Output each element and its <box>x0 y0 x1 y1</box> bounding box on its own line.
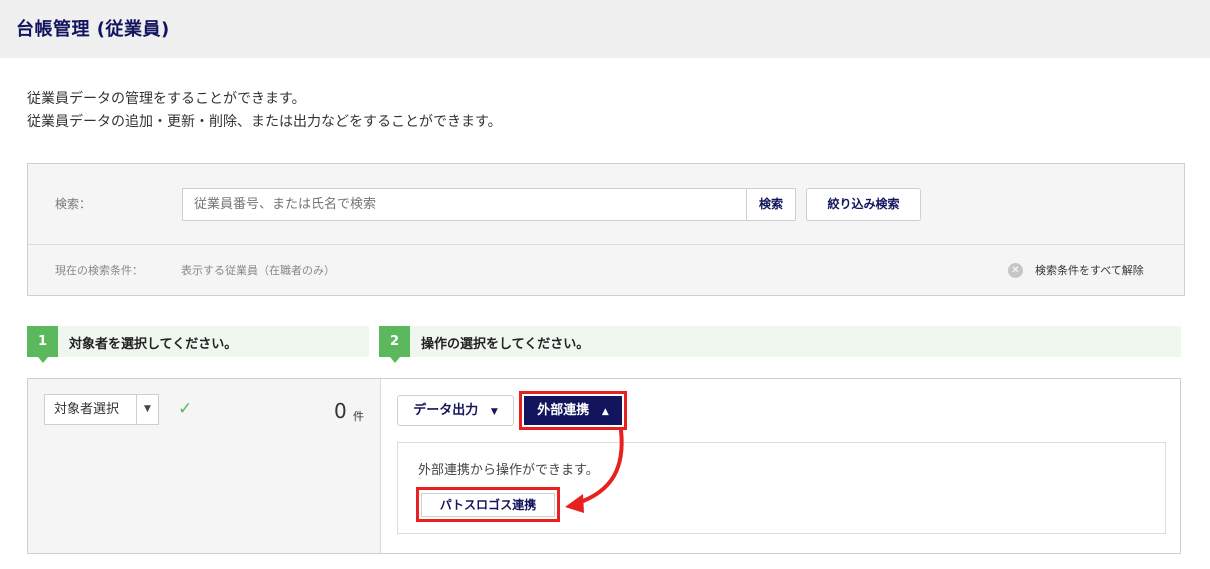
page-header: 台帳管理 (従業員) <box>0 0 1210 58</box>
page-title: 台帳管理 (従業員) <box>16 19 170 40</box>
step-2-header: 2 操作の選択をしてください。 <box>379 326 1181 363</box>
clear-conditions-button[interactable]: ✕ 検索条件をすべて解除 <box>1008 262 1144 278</box>
data-export-label: データ出力 <box>413 403 479 418</box>
target-select-button[interactable]: 対象者選択 <box>44 394 137 425</box>
condition-label: 現在の検索条件： <box>55 264 143 277</box>
selected-count: 0 <box>334 399 347 423</box>
description-line-1: 従業員データの管理をすることができます。 <box>27 91 306 107</box>
search-input[interactable] <box>182 188 748 221</box>
count-unit: 件 <box>353 410 364 423</box>
clear-circle-icon: ✕ <box>1008 262 1023 278</box>
step-1-header: 1 対象者を選択してください。 <box>27 326 369 363</box>
step-2-number: 2 <box>379 326 410 363</box>
patos-button-highlight <box>416 487 560 522</box>
caret-down-icon[interactable]: ▼ <box>137 394 159 425</box>
search-button[interactable]: 検索 <box>746 188 796 221</box>
search-label: 検索： <box>55 197 92 211</box>
filter-search-button[interactable]: 絞り込み検索 <box>806 188 921 221</box>
search-divider <box>28 244 1184 245</box>
caret-down-icon: ▼ <box>490 407 498 417</box>
external-button-highlight <box>519 391 627 430</box>
external-panel-text: 外部連携から操作ができます。 <box>418 463 599 478</box>
description-line-2: 従業員データの追加・更新・削除、または出力などをすることができます。 <box>27 114 502 130</box>
condition-value: 表示する従業員（在職者のみ） <box>181 264 335 277</box>
search-panel: 検索： 検索 絞り込み検索 現在の検索条件： 表示する従業員（在職者のみ） ✕ … <box>27 163 1185 296</box>
clear-conditions-label: 検索条件をすべて解除 <box>1035 264 1144 277</box>
step-2-text: 操作の選択をしてください。 <box>421 337 590 352</box>
operation-panel: 対象者選択 ▼ ✓ 0 件 データ出力 ▼ 外部連携 ▲ 外部連携から操作ができ… <box>27 378 1181 554</box>
data-export-button[interactable]: データ出力 ▼ <box>397 395 514 426</box>
page-description: 従業員データの管理をすることができます。 従業員データの追加・更新・削除、または… <box>27 88 502 134</box>
step-1-number: 1 <box>27 326 58 363</box>
selection-panel: 対象者選択 ▼ ✓ 0 件 <box>28 379 381 553</box>
external-link-dropdown: 外部連携から操作ができます。 パトスロゴス連携 <box>397 442 1166 534</box>
checkmark-icon: ✓ <box>178 399 193 419</box>
step-1-text: 対象者を選択してください。 <box>69 337 238 352</box>
